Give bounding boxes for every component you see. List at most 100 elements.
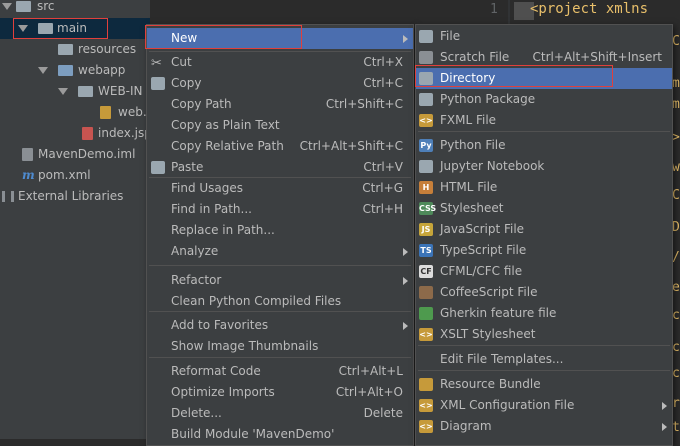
file-icon [419, 30, 433, 43]
menu-item-label: Cut [171, 55, 192, 69]
gherkin-file-icon [419, 307, 433, 320]
code-fragment: C [672, 188, 680, 203]
menu-item-label: Analyze [171, 244, 219, 258]
submenu-item-xml-configuration-file[interactable]: <> XML Configuration File [416, 395, 672, 416]
editor-first-line[interactable]: <project xmlns [530, 1, 648, 17]
resource-bundle-icon [419, 378, 433, 391]
submenu-item-label: Resource Bundle [440, 377, 541, 391]
xslt-file-icon: <> [419, 328, 433, 341]
submenu-item-label: Edit File Templates... [440, 352, 564, 366]
code-fragment: / [672, 250, 680, 265]
submenu-item-diagram[interactable]: <> Diagram [416, 416, 672, 437]
menu-item-copy[interactable]: Copy Ctrl+C [147, 73, 413, 94]
python-file-icon: Py [419, 139, 433, 152]
menu-item-replace-in-path[interactable]: Replace in Path... [147, 220, 413, 241]
copy-icon [151, 77, 165, 90]
menu-item-label: Reformat Code [171, 364, 261, 378]
menu-item-copy-as-plain-text[interactable]: Copy as Plain Text [147, 115, 413, 136]
menu-item-reformat-code[interactable]: Reformat Code Ctrl+Alt+L [147, 361, 413, 382]
scratch-file-icon [419, 51, 433, 64]
project-tree: src main resources webapp WEB-IN web. in… [0, 0, 152, 439]
menu-item-show-image-thumbnails[interactable]: Show Image Thumbnails [147, 336, 413, 357]
submenu-item-label: CFML/CFC file [440, 264, 523, 278]
folder-icon [16, 1, 31, 12]
submenu-item-cfml-cfc-file[interactable]: CF CFML/CFC file [416, 261, 672, 282]
menu-item-find-usages[interactable]: Find Usages Ctrl+G [147, 178, 413, 199]
javascript-file-icon: JS [419, 223, 433, 236]
submenu-item-xslt-stylesheet[interactable]: <> XSLT Stylesheet [416, 324, 672, 345]
folder-icon [78, 86, 93, 97]
code-fragment: r [672, 396, 680, 411]
submenu-arrow-icon [403, 248, 408, 256]
submenu-item-file[interactable]: File [416, 26, 672, 47]
menu-item-shortcut: Delete [363, 406, 403, 420]
menu-item-label: Show Image Thumbnails [171, 339, 319, 353]
submenu-item-label: File [440, 29, 461, 43]
annotation-box-main [13, 18, 108, 39]
submenu-item-python-package[interactable]: Python Package [416, 89, 672, 110]
menu-item-refactor[interactable]: Refactor [147, 270, 413, 291]
menu-item-shortcut: Ctrl+V [363, 160, 403, 174]
code-fragment: > [672, 130, 680, 145]
menu-item-shortcut: Ctrl+C [363, 76, 403, 90]
menu-item-label: Find Usages [171, 181, 244, 195]
submenu-item-html-file[interactable]: H HTML File [416, 177, 672, 198]
menu-separator [149, 265, 411, 266]
menu-item-shortcut: Ctrl+Alt+L [338, 364, 403, 378]
menu-separator [149, 51, 411, 52]
submenu-item-typescript-file[interactable]: TS TypeScript File [416, 240, 672, 261]
code-fragment: w [672, 160, 680, 175]
menu-item-build-module-mavendemo[interactable]: Build Module 'MavenDemo' [147, 424, 413, 445]
annotation-box-directory [415, 65, 613, 87]
menu-item-label: Copy as Plain Text [171, 118, 280, 132]
menu-item-clean-python-compiled-files[interactable]: Clean Python Compiled Files [147, 291, 413, 312]
menu-item-label: Delete... [171, 406, 222, 420]
menu-item-shortcut: Ctrl+Alt+Shift+C [299, 139, 403, 153]
submenu-item-edit-file-templates[interactable]: Edit File Templates... [416, 349, 672, 370]
menu-separator [149, 311, 411, 312]
submenu-item-label: XML Configuration File [440, 398, 575, 412]
menu-item-label: Find in Path... [171, 202, 252, 216]
submenu-item-label: XSLT Stylesheet [440, 327, 536, 341]
menu-item-label: Paste [171, 160, 204, 174]
submenu-item-jupyter-notebook[interactable]: Jupyter Notebook [416, 156, 672, 177]
submenu-arrow-icon [403, 322, 408, 330]
submenu-item-stylesheet[interactable]: CSS Stylesheet [416, 198, 672, 219]
code-fragment: c [672, 340, 680, 355]
typescript-file-icon: TS [419, 244, 433, 257]
code-fragment: t [672, 420, 680, 435]
submenu-item-label: Jupyter Notebook [440, 159, 545, 173]
menu-item-label: Replace in Path... [171, 223, 275, 237]
menu-item-cut[interactable]: ✂ Cut Ctrl+X [147, 52, 413, 73]
submenu-item-label: TypeScript File [440, 243, 527, 257]
context-menu: New ✂ Cut Ctrl+X Copy Ctrl+C Copy Path Ctrl+Shi… [146, 24, 414, 446]
submenu-item-label: Diagram [440, 419, 492, 433]
menu-item-add-to-favorites[interactable]: Add to Favorites [147, 315, 413, 336]
menu-item-label: Clean Python Compiled Files [171, 294, 342, 308]
menu-item-analyze[interactable]: Analyze [147, 241, 413, 262]
menu-item-paste[interactable]: Paste Ctrl+V [147, 157, 413, 178]
coffeescript-file-icon [419, 286, 433, 299]
code-fragment: e [672, 280, 680, 295]
menu-item-copy-path[interactable]: Copy Path Ctrl+Shift+C [147, 94, 413, 115]
menu-item-delete[interactable]: Delete... Delete [147, 403, 413, 424]
submenu-item-label: Python File [440, 138, 506, 152]
menu-item-copy-relative-path[interactable]: Copy Relative Path Ctrl+Alt+Shift+C [147, 136, 413, 157]
submenu-item-gherkin-feature-file[interactable]: Gherkin feature file [416, 303, 672, 324]
menu-item-shortcut: Ctrl+X [363, 55, 403, 69]
submenu-item-coffeescript-file[interactable]: CoffeeScript File [416, 282, 672, 303]
submenu-item-resource-bundle[interactable]: Resource Bundle [416, 374, 672, 395]
menu-item-find-in-path[interactable]: Find in Path... Ctrl+H [147, 199, 413, 220]
iml-file-icon [22, 148, 33, 161]
line-number: 1 [490, 2, 498, 17]
submenu-item-label: CoffeeScript File [440, 285, 538, 299]
menu-item-shortcut: Ctrl+H [362, 202, 403, 216]
submenu-arrow-icon [403, 35, 408, 43]
menu-item-optimize-imports[interactable]: Optimize Imports Ctrl+Alt+O [147, 382, 413, 403]
maven-icon: m [22, 168, 35, 182]
submenu-item-fxml-file[interactable]: <> FXML File [416, 110, 672, 131]
submenu-item-python-file[interactable]: Py Python File [416, 135, 672, 156]
menu-item-label: Copy [171, 76, 202, 90]
folder-icon [58, 65, 73, 76]
submenu-item-javascript-file[interactable]: JS JavaScript File [416, 219, 672, 240]
